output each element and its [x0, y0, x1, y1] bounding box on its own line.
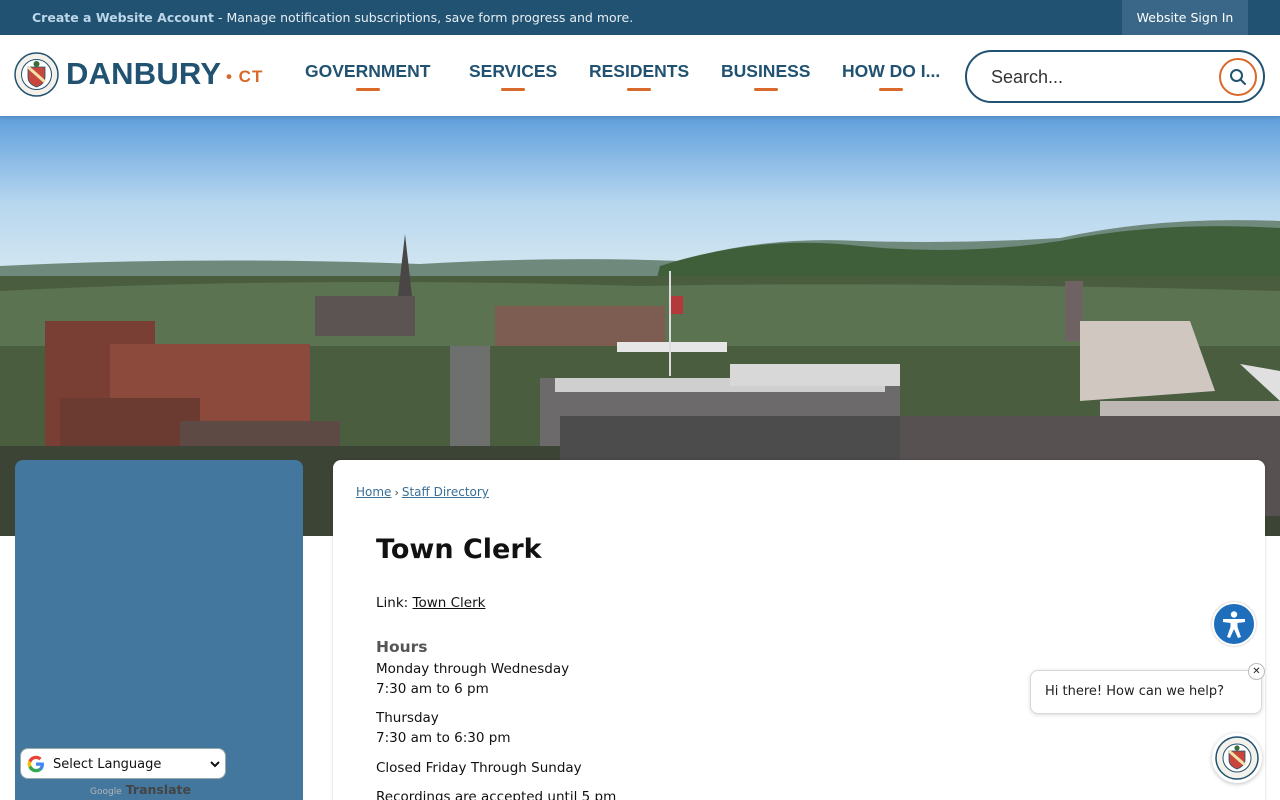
google-g-icon — [27, 755, 44, 773]
website-sign-in-button[interactable]: Website Sign In — [1122, 0, 1248, 35]
nav-how-do-i-label: HOW DO I... — [842, 61, 941, 81]
chat-bubble[interactable]: Hi there! How can we help? — [1030, 670, 1262, 714]
hours-line: Monday through Wednesday — [376, 661, 570, 677]
accessibility-icon — [1223, 611, 1245, 638]
search-button[interactable] — [1219, 58, 1257, 96]
hours-line: Thursday — [376, 710, 439, 726]
create-account-link[interactable]: Create a Website Account — [32, 10, 214, 25]
logo-wordmark: DANBURY — [66, 56, 222, 91]
nav-government[interactable]: GOVERNMENT — [305, 61, 431, 91]
breadcrumb-home-link[interactable]: Home — [356, 485, 391, 499]
content-card: Home › Staff Directory Town Clerk Link: To… — [333, 460, 1265, 800]
nav-residents-label: RESIDENTS — [589, 61, 690, 81]
site-search — [965, 50, 1265, 103]
breadcrumb: Home › Staff Directory — [356, 485, 489, 499]
nav-underline — [501, 88, 526, 91]
search-icon — [1230, 69, 1246, 85]
nav-underline — [753, 88, 778, 91]
nav-services[interactable]: SERVICES — [469, 61, 558, 91]
nav-underline — [627, 88, 652, 91]
top-utility-bar: Create a Website Account - Manage notifi… — [0, 0, 1280, 35]
chat-launcher-button[interactable] — [1212, 733, 1262, 783]
hours-heading: Hours — [376, 638, 428, 656]
breadcrumb-staff-directory-link[interactable]: Staff Directory — [402, 485, 489, 499]
google-wordmark: Google — [90, 787, 122, 797]
logo-state: • CT — [226, 67, 264, 86]
nav-government-label: GOVERNMENT — [305, 61, 431, 81]
search-input[interactable] — [991, 64, 1211, 90]
site-header: DANBURY • CT GOVERNMENT SERVICES RESIDEN… — [0, 35, 1280, 116]
language-selector: Select Language — [20, 748, 226, 779]
accessibility-button[interactable] — [1212, 602, 1256, 646]
hours-line: Closed Friday Through Sunday — [376, 760, 582, 776]
hours-line: 7:30 am to 6:30 pm — [376, 730, 511, 746]
chat-close-button[interactable]: ✕ — [1248, 663, 1265, 680]
nav-underline — [879, 88, 904, 91]
city-seal-icon — [1215, 736, 1259, 780]
nav-residents[interactable]: RESIDENTS — [589, 61, 690, 91]
link-prefix: Link: — [376, 595, 409, 611]
language-select[interactable]: Select Language — [49, 752, 223, 776]
account-message: Create a Website Account - Manage notifi… — [32, 10, 633, 25]
account-message-text: - Manage notification subscriptions, sav… — [217, 10, 634, 25]
nav-how-do-i[interactable]: HOW DO I... — [842, 61, 941, 91]
chat-message: Hi there! How can we help? — [1045, 684, 1224, 699]
breadcrumb-separator: › — [394, 486, 399, 499]
hours-line: 7:30 am to 6 pm — [376, 681, 489, 697]
page-title: Town Clerk — [376, 534, 542, 565]
hours-line: Recordings are accepted until 5 pm — [376, 789, 617, 800]
nav-business[interactable]: BUSINESS — [721, 61, 811, 91]
nav-underline — [355, 88, 380, 91]
city-seal-icon — [14, 52, 59, 97]
department-link-line: Link: Town Clerk — [376, 595, 485, 611]
nav-business-label: BUSINESS — [721, 61, 811, 81]
powered-by-google: Google Translate — [90, 782, 191, 797]
translate-link[interactable]: Translate — [126, 782, 191, 797]
site-logo[interactable]: DANBURY • CT — [14, 52, 266, 98]
town-clerk-link[interactable]: Town Clerk — [413, 595, 486, 611]
nav-services-label: SERVICES — [469, 61, 558, 81]
